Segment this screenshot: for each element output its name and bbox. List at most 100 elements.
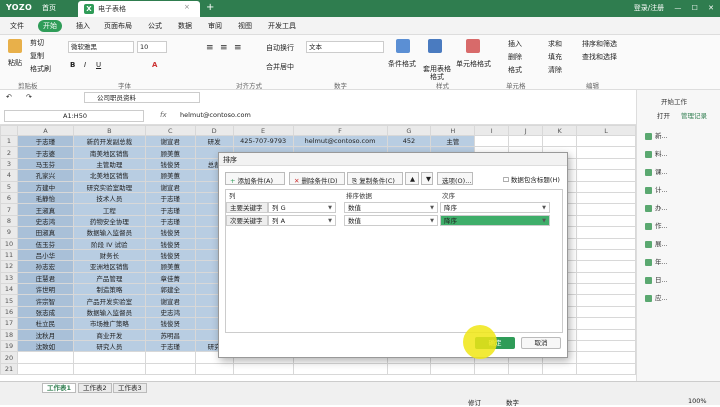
cell[interactable]	[576, 362, 636, 376]
cell[interactable]: 钱俊贤	[144, 226, 196, 239]
column-header-H[interactable]: H	[430, 125, 476, 136]
select-all-corner[interactable]	[0, 125, 18, 136]
close-window-button[interactable]: ✕	[708, 4, 714, 12]
cell[interactable]	[576, 328, 636, 342]
sort-order-select[interactable]: 降序 ▼	[440, 215, 550, 226]
cell[interactable]: 主管	[430, 134, 476, 148]
track-changes-status[interactable]: 修订	[468, 397, 481, 407]
cell[interactable]: 研发	[194, 134, 234, 148]
column-header-I[interactable]: I	[474, 125, 510, 136]
cell[interactable]	[576, 248, 636, 262]
new-tab-button[interactable]: +	[206, 2, 214, 13]
undo-icon[interactable]: ↶	[6, 93, 12, 101]
cell[interactable]: 主管助理	[72, 157, 146, 171]
cell[interactable]: 杜立民	[16, 317, 74, 330]
cell[interactable]: 南美地区销售	[72, 146, 146, 159]
cell[interactable]: 于志瑾	[144, 191, 196, 205]
cell[interactable]	[508, 362, 544, 376]
column-header-L[interactable]: L	[576, 125, 636, 136]
sort-column-select[interactable]: 列 G ▼	[268, 202, 336, 213]
task-pane-item[interactable]: 办...	[645, 202, 668, 212]
fill-button[interactable]: 填充	[548, 52, 562, 62]
font-color-icon[interactable]: A	[152, 61, 157, 69]
cell[interactable]: 425-707-9793	[232, 134, 294, 148]
task-pane-item[interactable]: 课...	[645, 166, 668, 176]
document-tab[interactable]: X 电子表格 ×	[78, 1, 200, 17]
sheet-tab-1[interactable]: 工作表1	[42, 383, 77, 393]
cell[interactable]: 于志瑾	[144, 340, 196, 353]
cell[interactable]	[576, 191, 636, 205]
menu-data[interactable]: 数据	[178, 21, 192, 31]
task-pane-item[interactable]: 计...	[645, 184, 668, 194]
underline-icon[interactable]: U	[96, 61, 101, 69]
cell[interactable]: 苏明昌	[144, 328, 196, 342]
add-level-button[interactable]: + 添加条件(A)	[225, 172, 285, 185]
cell[interactable]: 郭建全	[144, 283, 196, 296]
cell[interactable]	[576, 351, 636, 364]
cell[interactable]: 于志瑾	[16, 134, 74, 148]
align-top-icon[interactable]: ≡	[206, 43, 214, 53]
cell[interactable]: 亚洲地区销售	[72, 260, 146, 273]
format-painter-button[interactable]: 格式刷	[30, 64, 51, 74]
cell[interactable]: 商业开发	[72, 328, 146, 342]
row-header[interactable]: 6	[0, 191, 18, 205]
row-header[interactable]: 14	[0, 283, 18, 296]
cell-style-button[interactable]: 单元格格式	[456, 59, 491, 69]
cell[interactable]: 张志成	[16, 305, 74, 319]
cell[interactable]: 顾美蕙	[144, 146, 196, 159]
column-header-B[interactable]: B	[72, 125, 146, 136]
open-link[interactable]: 打开	[657, 110, 670, 120]
cell[interactable]	[576, 237, 636, 250]
cell[interactable]: 谢宣君	[144, 180, 196, 193]
cell[interactable]	[576, 294, 636, 307]
column-header-E[interactable]: E	[232, 125, 294, 136]
cell[interactable]: 王淑真	[16, 203, 74, 216]
row-header[interactable]: 20	[0, 351, 18, 364]
align-bottom-icon[interactable]: ≡	[234, 43, 242, 53]
row-header[interactable]: 8	[0, 214, 18, 228]
font-name-select[interactable]: 微软雅黑	[68, 41, 134, 53]
cell[interactable]	[16, 362, 74, 376]
cell[interactable]	[292, 362, 388, 376]
close-tab-icon[interactable]: ×	[184, 3, 190, 11]
merge-center-button[interactable]: 合并居中	[266, 62, 294, 72]
menu-file[interactable]: 文件	[10, 21, 24, 31]
row-header[interactable]: 21	[0, 362, 18, 376]
cell[interactable]: 方建中	[16, 180, 74, 193]
row-header[interactable]: 17	[0, 317, 18, 330]
cell[interactable]: 研究实验室助理	[72, 180, 146, 193]
move-up-button[interactable]: ▲	[405, 172, 419, 185]
cell[interactable]: 市场推广策略	[72, 317, 146, 330]
task-pane-item[interactable]: 料...	[645, 148, 668, 158]
cell[interactable]: 阶段 IV 试验	[72, 237, 146, 250]
row-header[interactable]: 16	[0, 305, 18, 319]
cell[interactable]	[576, 203, 636, 216]
cell[interactable]	[194, 362, 234, 376]
row-header[interactable]: 19	[0, 340, 18, 353]
cell[interactable]	[542, 362, 578, 376]
cell[interactable]	[474, 134, 510, 148]
row-header[interactable]: 5	[0, 180, 18, 193]
delete-cells-button[interactable]: 删除	[508, 52, 522, 62]
cell[interactable]: 钱俊贤	[144, 157, 196, 171]
task-pane-item[interactable]: 新...	[645, 130, 668, 140]
cell[interactable]: 于志瑾	[144, 214, 196, 228]
cell[interactable]	[232, 362, 294, 376]
row-header[interactable]: 7	[0, 203, 18, 216]
login-link[interactable]: 登录/注册	[634, 4, 664, 12]
row-header[interactable]: 10	[0, 237, 18, 250]
number-format-select[interactable]: 文本	[306, 41, 384, 53]
cell[interactable]: 新药开发副总裁	[72, 134, 146, 148]
home-tab[interactable]: 首页	[42, 3, 56, 13]
cell[interactable]: 技术人员	[72, 191, 146, 205]
cell[interactable]: 数据输入监督员	[72, 226, 146, 239]
cell[interactable]: 制造策略	[72, 283, 146, 296]
cell[interactable]	[430, 362, 476, 376]
cell[interactable]	[542, 134, 578, 148]
cell[interactable]: 于志瑾	[144, 203, 196, 216]
cut-button[interactable]: 剪切	[30, 38, 44, 48]
copy-level-button[interactable]: ⎘ 复制条件(C)	[347, 172, 403, 185]
cell[interactable]: 产品开发实验室	[72, 294, 146, 307]
options-button[interactable]: 选项(O)...	[437, 172, 473, 185]
font-size-select[interactable]: 10	[137, 41, 167, 53]
